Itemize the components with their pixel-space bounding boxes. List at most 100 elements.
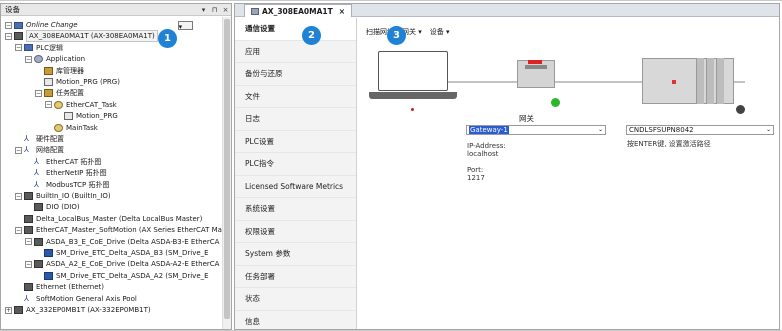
expand-toggle-icon[interactable]: − <box>35 89 42 97</box>
controller-select[interactable]: CNDLSFSUPN8042 ⌄ <box>626 125 774 135</box>
tree-item-label: Online Change <box>26 21 78 29</box>
controller-icon[interactable] <box>636 58 746 114</box>
nav-item[interactable]: 文件 <box>235 86 356 108</box>
tree-item[interactable]: Ethernet (Ethernet) <box>15 282 104 292</box>
topology-icon: ⅄ <box>34 168 39 178</box>
expand-toggle-icon[interactable]: − <box>25 238 32 246</box>
devices-panel-title: 设备 <box>5 5 20 14</box>
task-config-icon <box>44 89 53 98</box>
tree-item[interactable]: DIO (DIO) <box>25 202 80 212</box>
step-badge-3: 3 <box>387 26 406 45</box>
nav-item[interactable]: PLC指令 <box>235 153 356 176</box>
tree-item-label: EtherCAT_Task <box>66 100 117 109</box>
expand-toggle-icon[interactable]: − <box>15 192 22 200</box>
nav-item[interactable]: PLC设置 <box>235 131 356 153</box>
scrollbar-thumb[interactable] <box>224 19 230 319</box>
tree-item[interactable]: ⅄ ModbusTCP 拓扑图 <box>25 180 110 190</box>
tree-item[interactable]: ⅄ EtherNetIP 拓扑图 <box>25 168 107 178</box>
close-tab-icon[interactable]: × <box>339 7 345 16</box>
nav-item[interactable]: 通信设置 <box>235 18 356 41</box>
tree-item[interactable]: ⅄ SoftMotion General Axis Pool <box>15 294 137 304</box>
tree-item[interactable]: MainTask <box>45 123 98 133</box>
expand-toggle-icon[interactable]: − <box>15 226 22 234</box>
nav-item[interactable]: 系统设置 <box>235 198 356 221</box>
tree-item[interactable]: Motion_PRG <box>55 111 118 121</box>
gateway-select[interactable]: Gateway-1 ⌄ <box>466 125 606 135</box>
tree-item[interactable]: + AX_332EP0MB1T (AX-332EP0MB1T) <box>5 305 151 315</box>
panel-menu-icon[interactable]: ▾ <box>198 6 209 14</box>
tree-item-label: ModbusTCP 拓扑图 <box>46 180 110 189</box>
expand-toggle-icon[interactable]: − <box>5 32 12 40</box>
close-icon[interactable]: × <box>220 6 231 14</box>
program-icon <box>64 112 73 121</box>
tree-item[interactable]: SM_Drive_ETC_Delta_ASDA_A2 (SM_Drive_E <box>35 271 209 281</box>
tree-item-label: MainTask <box>66 123 98 132</box>
gateway-icon[interactable] <box>511 60 561 107</box>
tab-device-editor[interactable]: AX_308EA0MA1T × <box>244 4 353 17</box>
expand-toggle-icon[interactable]: − <box>5 21 12 29</box>
device-icon <box>34 203 43 212</box>
tree-item[interactable]: − 任务配置 <box>35 88 84 98</box>
tree-item[interactable]: − EtherCAT_Task <box>45 100 117 110</box>
device-menu-button[interactable]: 设备 ▾ <box>430 27 450 37</box>
tree-item-label: Motion_PRG (PRG) <box>56 78 120 86</box>
nav-item[interactable]: 状态 <box>235 288 356 311</box>
tree-item-label: 库管理器 <box>56 66 84 75</box>
pin-icon[interactable]: ⊓ <box>209 6 220 14</box>
tree-item[interactable]: Delta_LocalBus_Master (Delta LocalBus Ma… <box>15 214 202 224</box>
tree-item[interactable]: − ASDA_B3_E_CoE_Drive (Delta ASDA-B3-E Et… <box>25 237 219 247</box>
nav-item[interactable]: 信息 <box>235 311 356 330</box>
tree-item[interactable]: SM_Drive_ETC_Delta_ASDA_B3 (SM_Drive_E <box>35 248 209 258</box>
gateway-ip-value: localhost <box>467 150 499 158</box>
tree-item[interactable]: − BuiltIn_IO (BuiltIn_IO) <box>15 191 111 201</box>
controller-status-icon <box>736 105 745 114</box>
comm-toolbar: 扫描网络 网关 ▾ 设备 ▾ <box>366 27 458 37</box>
tree-item-label: DIO (DIO) <box>46 203 80 212</box>
device-icon <box>34 260 43 269</box>
tree-item-label: 网络配置 <box>36 146 64 155</box>
gateway-label: 网关 <box>519 114 534 123</box>
tree-item[interactable]: − Application <box>25 54 85 64</box>
tree-item[interactable]: − AX_308EA0MA1T (AX-308EA0MA1T) <box>5 30 158 43</box>
tree-item[interactable]: − ⅄ 网络配置 <box>15 145 64 155</box>
nav-item[interactable]: Licensed Software Metrics <box>235 176 356 198</box>
tree-item[interactable]: Motion_PRG (PRG) <box>35 77 120 87</box>
communication-settings: 扫描网络 网关 ▾ 设备 ▾ 网关 Gateway-1 ⌄ CNDLSFSUPN… <box>361 18 779 329</box>
expand-toggle-icon[interactable]: − <box>45 101 52 109</box>
tree-item[interactable]: ⅄ EtherCAT 拓扑图 <box>25 157 101 167</box>
expand-toggle-icon[interactable]: + <box>5 306 12 314</box>
nav-item[interactable]: 权限设置 <box>235 221 356 243</box>
chevron-down-icon: ⌄ <box>765 126 771 133</box>
nav-item[interactable]: System 参数 <box>235 243 356 266</box>
tree-item[interactable]: − PLC逻辑 <box>15 43 63 53</box>
nav-item[interactable]: 备份与还原 <box>235 63 356 86</box>
task-icon <box>54 123 63 132</box>
controller-select-value: CNDLSFSUPN8042 <box>629 126 694 134</box>
tree-item[interactable]: 库管理器 <box>35 66 84 76</box>
drive-icon <box>44 271 53 280</box>
expand-toggle-icon[interactable]: − <box>25 55 32 63</box>
gateway-select-value: Gateway-1 <box>469 126 509 134</box>
device-icon <box>251 7 259 15</box>
expand-toggle-icon[interactable]: − <box>15 146 22 154</box>
gateway-port-value: 1217 <box>467 174 485 182</box>
tree-item-label: Ethernet (Ethernet) <box>36 283 104 292</box>
device-icon <box>14 306 23 314</box>
tree-item[interactable]: ⅄ 硬件配置 <box>15 134 64 144</box>
tree-item[interactable]: − ASDA_A2_E_CoE_Drive (Delta ASDA-A2-E Et… <box>25 259 219 269</box>
nav-item[interactable]: 日志 <box>235 108 356 131</box>
nav-item[interactable]: 任务部署 <box>235 266 356 288</box>
tree-item-label: Application <box>46 55 86 64</box>
nav-item[interactable]: 应用 <box>235 41 356 63</box>
expand-toggle-icon[interactable]: − <box>25 260 32 268</box>
online-change-dropdown[interactable]: ▾ <box>177 20 193 31</box>
topology-icon: ⅄ <box>34 179 39 189</box>
tree-item-label: ASDA_A2_E_CoE_Drive (Delta ASDA-A2-E Eth… <box>46 260 220 269</box>
tree-item[interactable]: − EtherCAT_Master_SoftMotion (AX Series E… <box>15 225 223 235</box>
tree-item-label: EtherNetIP 拓扑图 <box>46 169 107 178</box>
tree-item-label: 硬件配置 <box>36 135 64 143</box>
expand-toggle-icon[interactable]: − <box>15 44 22 52</box>
computer-icon <box>369 51 457 111</box>
tree-scrollbar[interactable] <box>222 17 231 329</box>
program-icon <box>44 78 53 86</box>
